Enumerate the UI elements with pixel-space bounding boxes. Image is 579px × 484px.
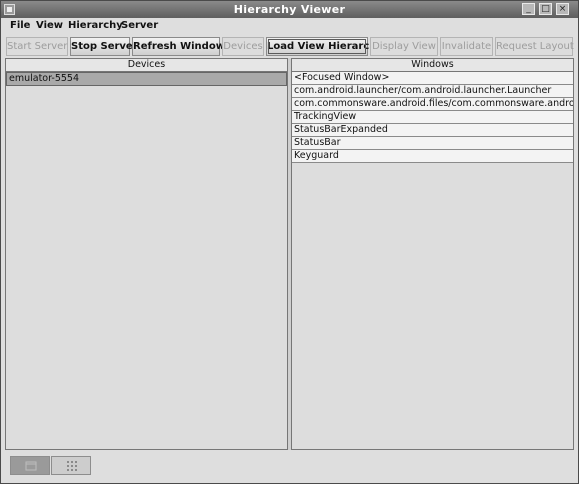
devices-header: Devices: [6, 59, 287, 72]
menu-file[interactable]: File: [10, 20, 30, 31]
windows-header: Windows: [292, 59, 573, 72]
device-item[interactable]: emulator-5554: [6, 72, 287, 86]
toolbar: Start Server Stop Server Refresh Windows…: [1, 36, 578, 58]
refresh-windows-button[interactable]: Refresh Windows: [132, 37, 231, 56]
window-list-item[interactable]: <Focused Window>: [292, 72, 573, 85]
devices-button[interactable]: Devices: [222, 37, 264, 56]
load-view-hierarchy-button[interactable]: Load View Hierarchy: [266, 37, 383, 56]
start-server-button[interactable]: Start Server: [6, 37, 68, 56]
window-list-item[interactable]: StatusBarExpanded: [292, 124, 573, 137]
maximize-icon[interactable]: □: [539, 3, 552, 15]
window-list-icon: [25, 461, 37, 471]
window-list-view-button[interactable]: [10, 456, 50, 475]
menu-hierarchy[interactable]: Hierarchy: [68, 20, 123, 31]
window-list-item[interactable]: StatusBar: [292, 137, 573, 150]
window-list-item[interactable]: com.commonsware.android.files/com.common…: [292, 98, 573, 111]
pixel-perfect-view-button[interactable]: [51, 456, 91, 475]
minimize-icon[interactable]: _: [522, 3, 535, 15]
display-view-button[interactable]: Display View: [370, 37, 438, 56]
window-list-item[interactable]: TrackingView: [292, 111, 573, 124]
window-title: Hierarchy Viewer: [233, 3, 346, 16]
menu-view[interactable]: View: [36, 20, 63, 31]
window-list-item[interactable]: Keyguard: [292, 150, 573, 163]
windows-panel: Windows <Focused Window> com.android.lau…: [291, 58, 574, 450]
devices-panel: Devices emulator-5554: [5, 58, 288, 450]
pixel-perfect-icon: [67, 461, 77, 471]
request-layout-button[interactable]: Request Layout: [495, 37, 574, 56]
app-window: Hierarchy Viewer _ □ × File View Hierarc…: [0, 0, 579, 484]
invalidate-button[interactable]: Invalidate: [440, 37, 493, 56]
menu-bar: File View Hierarchy Server: [1, 18, 578, 35]
stop-server-button[interactable]: Stop Server: [70, 37, 138, 56]
title-bar[interactable]: Hierarchy Viewer _ □ ×: [1, 1, 578, 18]
menu-server[interactable]: Server: [121, 20, 158, 31]
window-list-item[interactable]: com.android.launcher/com.android.launche…: [292, 85, 573, 98]
close-icon[interactable]: ×: [556, 3, 569, 15]
status-bar: [1, 453, 578, 481]
